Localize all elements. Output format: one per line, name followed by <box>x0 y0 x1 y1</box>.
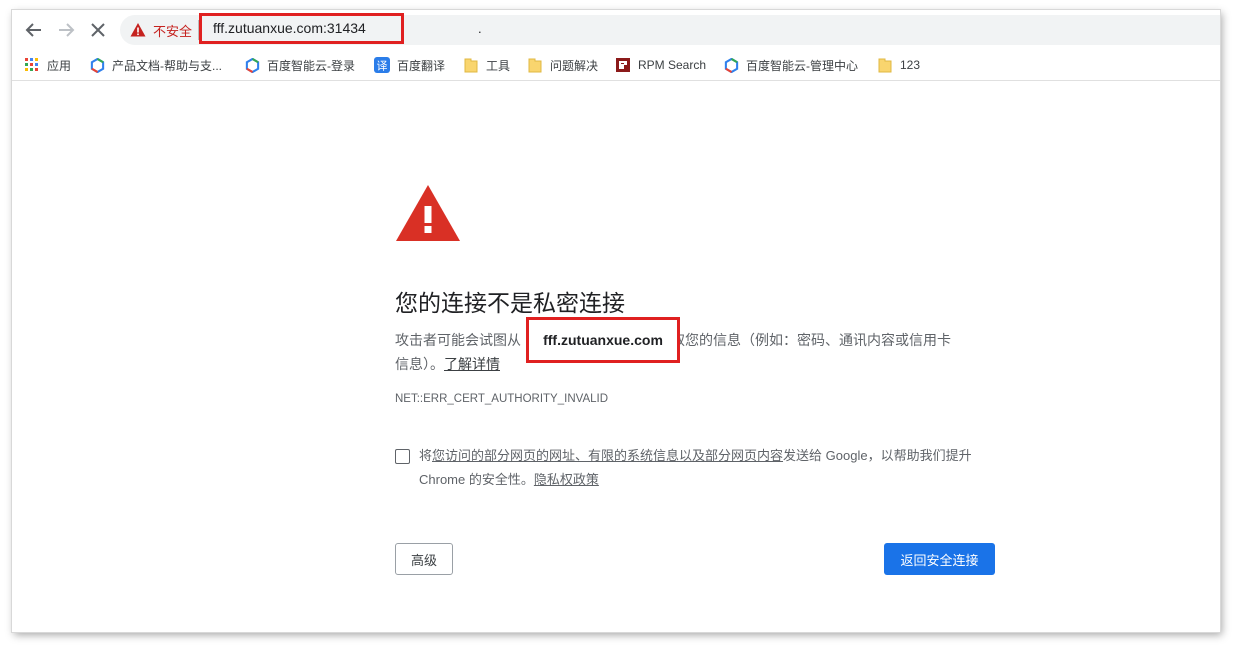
bookmark-baidu-cloud-console[interactable]: 百度智能云-管理中心 <box>723 50 858 80</box>
warning-triangle-icon <box>396 185 460 241</box>
report-optin-checkbox[interactable] <box>395 449 410 464</box>
stop-loading-button[interactable] <box>86 18 110 42</box>
folder-icon <box>877 57 893 73</box>
optin-data-link[interactable]: 您访问的部分网页的网址、有限的系统信息以及部分网页内容 <box>432 448 783 463</box>
forward-button[interactable] <box>54 18 78 42</box>
report-optin-label: 将您访问的部分网页的网址、有限的系统信息以及部分网页内容发送给 Google，以… <box>419 444 999 492</box>
security-status-label[interactable]: 不安全 <box>153 21 192 40</box>
host-name: fff.zutuanxue.com <box>543 332 663 348</box>
baidu-cloud-icon <box>244 57 260 73</box>
bookmark-label: 百度翻译 <box>397 58 446 73</box>
baidu-cloud-icon <box>723 57 739 73</box>
bookmark-folder-123[interactable]: 123 <box>877 50 920 80</box>
bookmark-label: RPM Search <box>638 58 707 72</box>
folder-icon <box>463 57 479 73</box>
description-prefix: 攻击者可能会试图从 <box>395 332 521 348</box>
arrow-left-icon <box>25 23 41 37</box>
bookmark-label: 产品文档-帮助与支... <box>112 58 222 73</box>
bookmark-label: 123 <box>900 58 921 72</box>
url-highlight-box <box>199 13 404 44</box>
host-highlight-box: fff.zutuanxue.com <box>526 317 680 363</box>
rpm-icon <box>615 57 631 73</box>
svg-text:译: 译 <box>377 60 388 73</box>
back-to-safety-button[interactable]: 返回安全连接 <box>884 543 995 575</box>
bookmark-folder-problems[interactable]: 问题解决 <box>527 50 598 80</box>
folder-icon <box>527 57 543 73</box>
bookmark-label: 百度智能云-登录 <box>267 58 355 73</box>
learn-more-link[interactable]: 了解详情 <box>444 356 500 372</box>
optin-prefix: 将 <box>419 448 433 463</box>
browser-toolbar: 不安全 fff.zutuanxue.com:31434 . <box>12 10 1220 50</box>
bookmark-label: 工具 <box>486 58 511 73</box>
close-icon <box>91 23 105 37</box>
bookmark-label: 问题解决 <box>550 58 599 73</box>
error-code[interactable]: NET::ERR_CERT_AUTHORITY_INVALID <box>395 393 608 405</box>
warning-triangle-icon[interactable] <box>130 22 146 38</box>
bookmark-product-docs[interactable]: 产品文档-帮助与支... <box>89 50 222 80</box>
arrow-right-icon <box>59 23 75 37</box>
privacy-policy-link[interactable]: 隐私权政策 <box>534 472 599 487</box>
baidu-cloud-icon <box>89 57 105 73</box>
bookmark-folder-tools[interactable]: 工具 <box>463 50 510 80</box>
url-suffix: . <box>478 21 482 36</box>
bookmark-label: 应用 <box>47 58 72 73</box>
bookmark-baidu-translate[interactable]: 译 百度翻译 <box>374 50 445 80</box>
bookmark-rpm-search[interactable]: RPM Search <box>615 50 706 80</box>
apps-grid-icon <box>24 57 40 73</box>
bookmark-baidu-cloud-login[interactable]: 百度智能云-登录 <box>244 50 355 80</box>
bookmarks-bar: 应用 产品文档-帮助与支... 百度智能云-登录 译 百度翻译 工具 问题解决 … <box>12 50 1220 81</box>
translate-icon: 译 <box>374 57 390 73</box>
browser-window: 不安全 fff.zutuanxue.com:31434 . 应用 产品文档-帮助… <box>12 10 1220 632</box>
page-title: 您的连接不是私密连接 <box>395 290 625 316</box>
description-line2: 信息）。 <box>395 356 444 372</box>
bookmark-label: 百度智能云-管理中心 <box>746 58 858 73</box>
description-suffix: 窃取您的信息（例如：密码、通讯内容或信用卡 <box>657 332 951 348</box>
error-description: 攻击者可能会试图从 窃取您的信息（例如：密码、通讯内容或信用卡 信息）。了解详情 <box>395 328 1005 376</box>
advanced-button[interactable]: 高级 <box>395 543 453 575</box>
bookmark-apps[interactable]: 应用 <box>24 50 71 80</box>
back-button[interactable] <box>22 18 46 42</box>
